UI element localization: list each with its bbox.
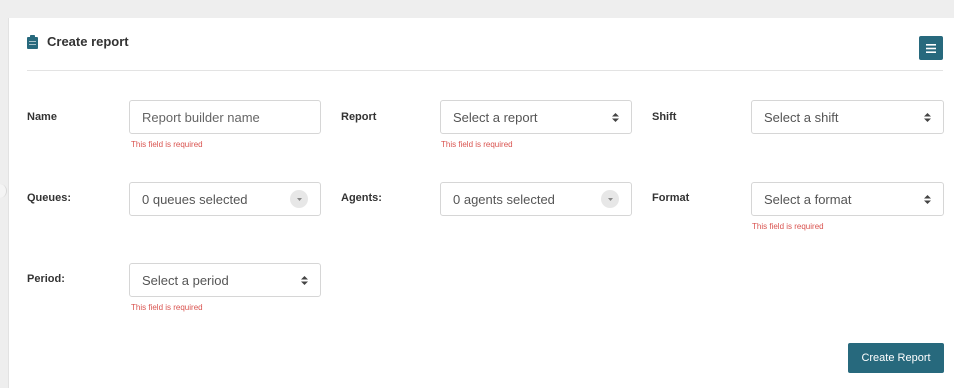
menu-button[interactable] [919,36,943,60]
chevron-down-icon [290,190,308,208]
queues-multiselect-value: 0 queues selected [142,191,248,207]
period-select[interactable]: Select a period [129,263,321,297]
clipboard-icon [27,34,38,49]
report-label: Report [341,111,377,123]
report-select[interactable]: Select a report [440,100,632,134]
report-error: This field is required [441,140,513,149]
sort-updown-icon [301,275,308,285]
shift-select[interactable]: Select a shift [751,100,944,134]
format-select[interactable]: Select a format [751,182,944,216]
hamburger-menu-icon [926,43,936,53]
panel-title: Create report [27,34,129,49]
shift-label: Shift [652,111,677,123]
period-select-value: Select a period [142,272,229,288]
agents-label: Agents: [341,192,382,204]
collapsed-sidebar-handle[interactable] [0,184,7,198]
agents-multiselect-value: 0 agents selected [453,191,555,207]
report-select-value: Select a report [453,109,538,125]
period-error: This field is required [131,303,203,312]
sort-updown-icon [924,194,931,204]
agents-multiselect[interactable]: 0 agents selected [440,182,632,216]
panel-header: Create report [9,18,954,70]
name-error: This field is required [131,140,203,149]
panel-title-text: Create report [47,34,129,49]
create-report-panel: Create report Name This field is require… [8,18,954,388]
format-label: Format [652,192,690,204]
name-label: Name [27,111,57,123]
period-label: Period: [27,273,65,285]
queues-label: Queues: [27,192,72,204]
header-divider [27,70,943,71]
sort-updown-icon [924,112,931,122]
create-report-button[interactable]: Create Report [848,343,944,373]
format-select-value: Select a format [764,191,852,207]
name-input[interactable] [129,100,321,134]
sort-updown-icon [612,112,619,122]
queues-multiselect[interactable]: 0 queues selected [129,182,321,216]
format-error: This field is required [752,222,824,231]
chevron-down-icon [601,190,619,208]
shift-select-value: Select a shift [764,109,839,125]
